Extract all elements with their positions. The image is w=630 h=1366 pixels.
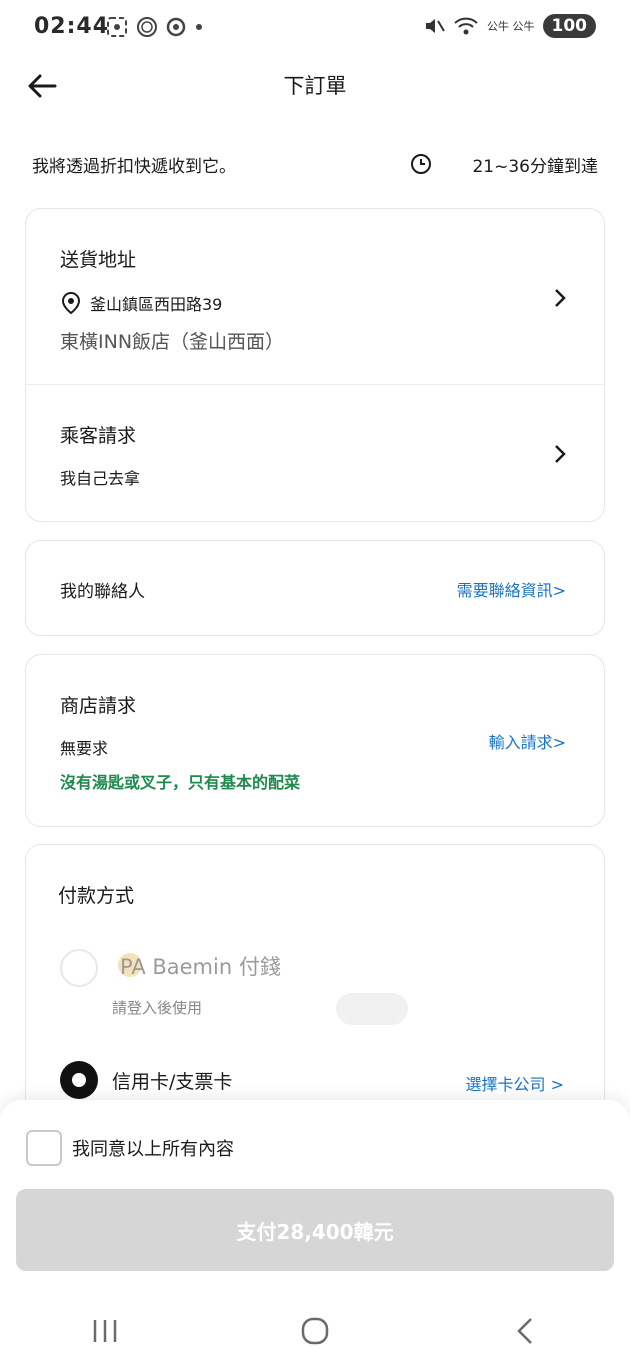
battery-indicator: 100	[542, 14, 596, 38]
rider-request-value: 我自己去拿	[60, 469, 141, 488]
agree-all-row[interactable]: 我同意以上所有內容	[26, 1130, 234, 1166]
baemin-pay-label: PA Baemin 付錢	[120, 955, 281, 979]
recent-apps-icon	[93, 1320, 117, 1342]
agree-label: 我同意以上所有內容	[72, 1139, 234, 1160]
header: 下訂單	[0, 58, 630, 114]
store-request-value: 無要求	[60, 739, 109, 758]
wifi-icon	[454, 17, 478, 35]
address-card: 送貨地址 釜山鎮區西田路39 東橫INN飯店（釜山西面） 乘客請求 我自己去拿	[25, 208, 605, 522]
recent-apps-button[interactable]	[75, 1306, 135, 1356]
screenshot-icon	[107, 17, 127, 37]
mute-icon	[426, 19, 445, 33]
status-time: 02:44	[34, 14, 110, 39]
rider-request-section[interactable]: 乘客請求 我自己去拿	[26, 385, 604, 523]
baemin-pay-badge	[336, 993, 408, 1025]
payment-card: 付款方式 PA Baemin 付錢 請登入後使用 信用卡/支票卡 選擇卡公司 >	[25, 844, 605, 1144]
chevron-right-icon	[555, 445, 566, 463]
delivery-method-text: 我將透過折扣快遞收到它。	[32, 156, 236, 177]
delivery-info: 我將透過折扣快遞收到它。 21~36分鐘到達	[32, 148, 598, 180]
network-label: 公牛 公牛	[487, 20, 535, 33]
cast-icon	[137, 17, 157, 37]
contact-info-link[interactable]: 需要聯絡資訊>	[457, 577, 566, 601]
pay-button-label: 支付28,400韓元	[236, 1219, 394, 1244]
status-system-icons: 公牛 公牛 100	[423, 14, 596, 38]
system-nav-bar	[0, 1296, 630, 1366]
chevron-left-icon	[517, 1318, 532, 1344]
page-title: 下訂單	[283, 74, 347, 98]
address-street-line: 釜山鎮區西田路39	[60, 291, 222, 315]
pay-button[interactable]: 支付28,400韓元	[16, 1189, 614, 1271]
more-notifications-dot-icon	[196, 24, 202, 30]
rider-request-title: 乘客請求	[60, 425, 137, 447]
contact-title: 我的聯絡人	[60, 582, 145, 602]
enter-request-link[interactable]: 輸入請求>	[489, 729, 566, 753]
credit-card-radio[interactable]	[60, 1061, 98, 1099]
address-place-name: 東橫INN飯店（釜山西面）	[60, 331, 285, 353]
delivery-eta: 21~36分鐘到達	[472, 156, 598, 177]
agree-checkbox[interactable]	[26, 1130, 62, 1166]
store-request-card: 商店請求 無要求 輸入請求> 沒有湯匙或叉子，只有基本的配菜	[25, 654, 605, 827]
contact-card: 我的聯絡人 需要聯絡資訊>	[25, 540, 605, 636]
home-icon	[301, 1317, 329, 1345]
delivery-address-title: 送貨地址	[60, 249, 137, 271]
address-street: 釜山鎮區西田路39	[90, 295, 223, 314]
location-pin-icon	[61, 291, 81, 315]
chevron-right-icon	[555, 289, 566, 307]
credit-card-label: 信用卡/支票卡	[112, 1071, 233, 1093]
payment-title: 付款方式	[58, 885, 135, 907]
select-card-company-link[interactable]: 選擇卡公司 >	[466, 1071, 565, 1095]
home-button[interactable]	[285, 1306, 345, 1356]
delivery-address-section[interactable]: 送貨地址 釜山鎮區西田路39 東橫INN飯店（釜山西面）	[26, 209, 604, 384]
baemin-pay-sublabel: 請登入後使用	[112, 999, 203, 1017]
sync-icon	[166, 17, 186, 37]
clock-icon	[411, 154, 432, 174]
status-notification-icons	[106, 16, 204, 38]
status-bar: 02:44 公牛 公牛 100	[0, 0, 630, 58]
system-back-button[interactable]	[495, 1306, 555, 1356]
store-request-note: 沒有湯匙或叉子，只有基本的配菜	[60, 773, 301, 792]
baemin-pay-radio[interactable]	[60, 949, 98, 987]
store-request-title: 商店請求	[60, 695, 137, 717]
